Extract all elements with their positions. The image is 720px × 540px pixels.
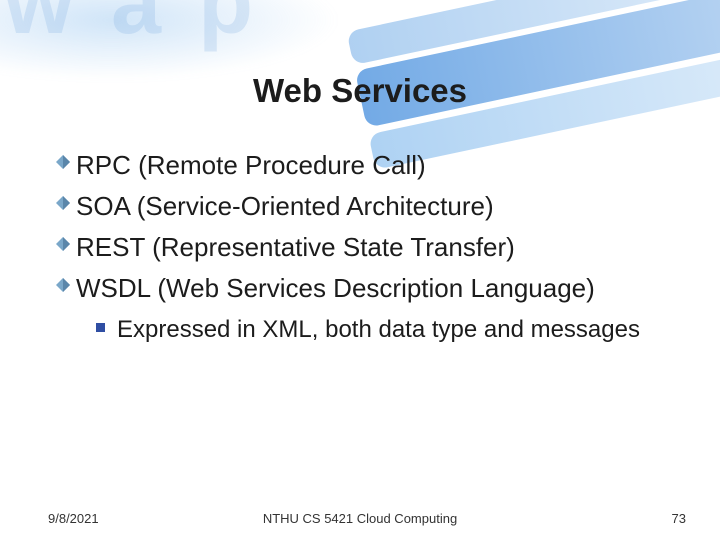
diamond-bullet-icon: [56, 155, 70, 169]
list-item-text: SOA (Service-Oriented Architecture): [76, 189, 494, 224]
list-item: RPC (Remote Procedure Call): [56, 148, 680, 183]
list-item: REST (Representative State Transfer): [56, 230, 680, 265]
square-bullet-icon: [96, 323, 105, 332]
slide: Web Services RPC (Remote Procedure Call)…: [0, 0, 720, 540]
footer-course: NTHU CS 5421 Cloud Computing: [0, 511, 720, 526]
list-item-text: RPC (Remote Procedure Call): [76, 148, 426, 183]
diamond-bullet-icon: [56, 278, 70, 292]
list-item-text: WSDL (Web Services Description Language): [76, 271, 595, 306]
slide-body: RPC (Remote Procedure Call) SOA (Service…: [0, 128, 720, 540]
list-item: WSDL (Web Services Description Language): [56, 271, 680, 306]
list-item: SOA (Service-Oriented Architecture): [56, 189, 680, 224]
title-area: Web Services: [0, 0, 720, 128]
diamond-bullet-icon: [56, 196, 70, 210]
slide-footer: 9/8/2021 NTHU CS 5421 Cloud Computing 73: [0, 511, 720, 526]
diamond-bullet-icon: [56, 237, 70, 251]
list-item-text: Expressed in XML, both data type and mes…: [117, 314, 640, 346]
list-item: Expressed in XML, both data type and mes…: [96, 314, 680, 346]
list-item-text: REST (Representative State Transfer): [76, 230, 515, 265]
slide-title: Web Services: [253, 72, 467, 110]
